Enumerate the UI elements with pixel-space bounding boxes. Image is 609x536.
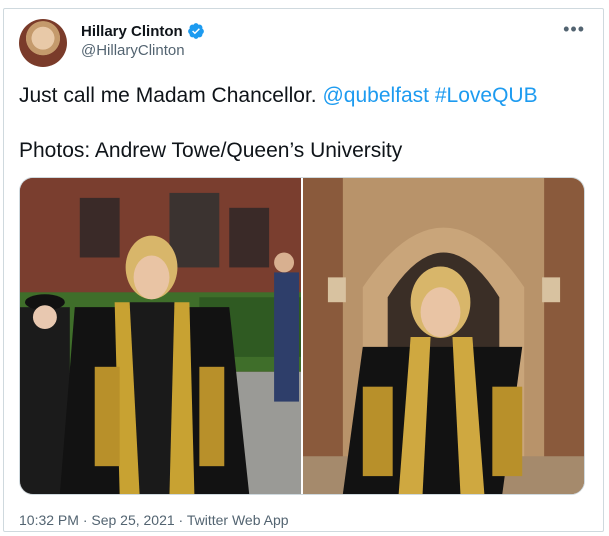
mention-link[interactable]: @qubelfast [322, 84, 429, 107]
tweet-card: Hillary Clinton @HillaryClinton ••• Just… [3, 8, 604, 532]
author-name[interactable]: Hillary Clinton [81, 23, 183, 40]
tweet-text: Just call me Madam Chancellor. [19, 84, 317, 107]
photo-credit-text: Photos: Andrew Towe/Queen’s University [19, 139, 403, 162]
photo-1[interactable] [20, 178, 301, 494]
tweet-timestamp[interactable]: 10:32 PM · Sep 25, 2021 · Twitter Web Ap… [19, 512, 289, 528]
avatar[interactable] [19, 19, 67, 67]
more-options-icon[interactable]: ••• [563, 19, 585, 40]
author-handle[interactable]: @HillaryClinton [81, 42, 185, 59]
media-grid [19, 177, 585, 495]
author-row: Hillary Clinton [81, 22, 205, 40]
hashtag-link[interactable]: #LoveQUB [435, 84, 538, 107]
tweet-text-line1: Just call me Madam Chancellor. @qubelfas… [19, 84, 538, 108]
photo-2[interactable] [303, 178, 584, 494]
verified-badge-icon [187, 23, 204, 39]
